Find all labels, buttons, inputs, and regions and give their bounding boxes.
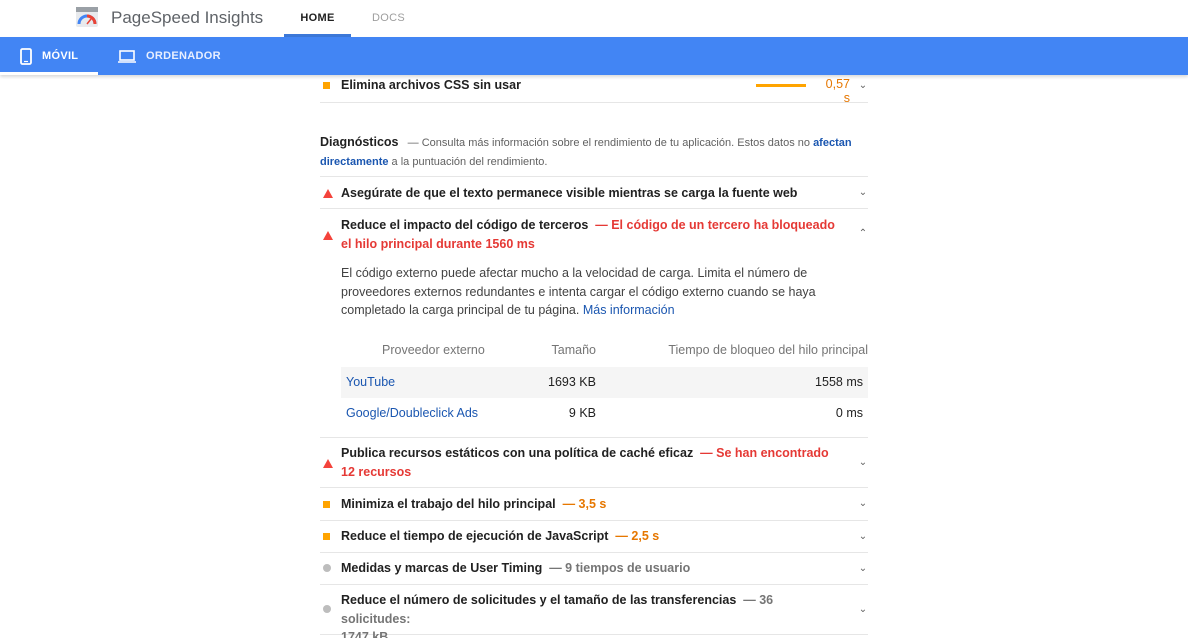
chevron-down-icon[interactable]: ⌄: [858, 532, 868, 542]
brand-title: PageSpeed Insights: [111, 8, 264, 27]
provider-link[interactable]: Google/Doubleclick Ads: [346, 398, 478, 429]
tab-movil[interactable]: MÓVIL: [20, 37, 78, 75]
audit-row[interactable]: Publica recursos estáticos con una polít…: [320, 438, 868, 488]
tab-docs[interactable]: DOCS: [372, 12, 405, 24]
table-row: YouTube 1693 KB 1558 ms: [341, 367, 868, 398]
audit-heading[interactable]: Reduce el impacto del código de terceros…: [341, 216, 841, 253]
learn-more-link[interactable]: Más información: [583, 303, 675, 317]
table-header-row: Proveedor externo Tamaño Tiempo de bloqu…: [341, 335, 868, 367]
chevron-down-icon[interactable]: ⌄: [858, 499, 868, 509]
tab-movil-label: MÓVIL: [42, 50, 79, 62]
scrollbar-track[interactable]: [1188, 0, 1200, 638]
chevron-down-icon[interactable]: ⌄: [858, 81, 868, 91]
audit-description: El código externo puede afectar mucho a …: [341, 264, 821, 320]
fail-triangle-icon: [323, 189, 333, 198]
audit-detail: — 3,5 s: [562, 497, 607, 511]
audit-row-expanded: Reduce el impacto del código de terceros…: [320, 209, 868, 438]
audit-title: Reduce el impacto del código de terceros: [341, 218, 589, 232]
tab-ordenador-label: ORDENADOR: [146, 50, 221, 62]
audit-row[interactable]: Minimiza el trabajo del hilo principal —…: [320, 488, 868, 521]
column-header: Tamaño: [551, 343, 596, 357]
diagnostics-header: Diagnósticos — Consulta más información …: [320, 133, 868, 171]
audit-row[interactable]: Medidas y marcas de User Timing — 9 tiem…: [320, 553, 868, 585]
chevron-down-icon[interactable]: ⌄: [858, 188, 868, 198]
audit-heading: Publica recursos estáticos con una polít…: [341, 444, 841, 481]
average-square-icon: [323, 82, 330, 89]
tab-home[interactable]: HOME: [284, 12, 351, 24]
smartphone-icon: [20, 47, 32, 65]
info-circle-icon: [323, 605, 331, 613]
audit-title: Reduce el número de solicitudes y el tam…: [341, 593, 737, 607]
diagnostics-text-before: — Consulta más información sobre el rend…: [407, 137, 810, 149]
device-tab-bar: MÓVIL ORDENADOR: [0, 37, 1188, 75]
pagespeed-logo-icon[interactable]: [76, 7, 98, 27]
audit-heading: Medidas y marcas de User Timing — 9 tiem…: [341, 559, 690, 577]
fail-triangle-icon: [323, 459, 333, 468]
diagnostics-title: Diagnósticos: [320, 135, 399, 149]
chevron-down-icon[interactable]: ⌄: [858, 605, 868, 615]
opportunity-row[interactable]: Elimina archivos CSS sin usar 0,57 s ⌄: [320, 75, 868, 105]
audit-detail: — 2,5 s: [615, 529, 660, 543]
opportunity-title: Elimina archivos CSS sin usar: [341, 78, 521, 92]
table-cell: 0 ms: [835, 406, 863, 420]
chevron-down-icon[interactable]: ⌄: [858, 458, 868, 468]
column-header: Proveedor externo: [382, 343, 485, 357]
savings-bar: [756, 84, 807, 87]
fail-triangle-icon: [323, 231, 333, 240]
opportunity-value: 0,57 s: [825, 77, 850, 105]
description-text: El código externo puede afectar mucho a …: [341, 266, 816, 318]
average-square-icon: [323, 501, 330, 508]
audit-heading: Reduce el tiempo de ejecución de JavaScr…: [341, 527, 659, 545]
provider-link[interactable]: YouTube: [346, 367, 395, 398]
table-cell: 1558 ms: [815, 375, 863, 389]
audit-title: Medidas y marcas de User Timing: [341, 561, 543, 575]
audit-title: Reduce el tiempo de ejecución de JavaScr…: [341, 529, 609, 543]
audit-row[interactable]: Reduce el tiempo de ejecución de JavaScr…: [320, 521, 868, 553]
audit-detail-tail: 1747 kB: [341, 630, 389, 638]
table-cell: 1693 KB: [548, 375, 596, 389]
audit-row[interactable]: Asegúrate de que el texto permanece visi…: [320, 176, 868, 209]
info-circle-icon: [323, 564, 331, 572]
column-header: Tiempo de bloqueo del hilo principal: [668, 343, 868, 357]
diagnostics-text-after: a la puntuación del rendimiento.: [391, 155, 548, 168]
audit-title: Publica recursos estáticos con una polít…: [341, 446, 694, 460]
table-cell: 9 KB: [568, 406, 596, 420]
average-square-icon: [323, 533, 330, 540]
tab-ordenador[interactable]: ORDENADOR: [118, 37, 221, 75]
audit-title: Minimiza el trabajo del hilo principal: [341, 497, 556, 511]
audit-heading: Reduce el número de solicitudes y el tam…: [341, 591, 841, 638]
audit-row[interactable]: Reduce el número de solicitudes y el tam…: [320, 585, 868, 638]
tab-movil-indicator: [0, 72, 98, 75]
audit-heading: Minimiza el trabajo del hilo principal —…: [341, 495, 606, 513]
top-header: PageSpeed Insights HOME DOCS: [0, 0, 1200, 37]
chevron-down-icon[interactable]: ⌄: [858, 564, 868, 574]
chevron-up-icon[interactable]: ⌃: [858, 229, 868, 239]
table-row: Google/Doubleclick Ads 9 KB 0 ms: [341, 398, 868, 429]
audit-detail: — 9 tiempos de usuario: [549, 561, 691, 575]
audit-title: Asegúrate de que el texto permanece visi…: [341, 186, 798, 200]
laptop-icon: [118, 49, 136, 63]
